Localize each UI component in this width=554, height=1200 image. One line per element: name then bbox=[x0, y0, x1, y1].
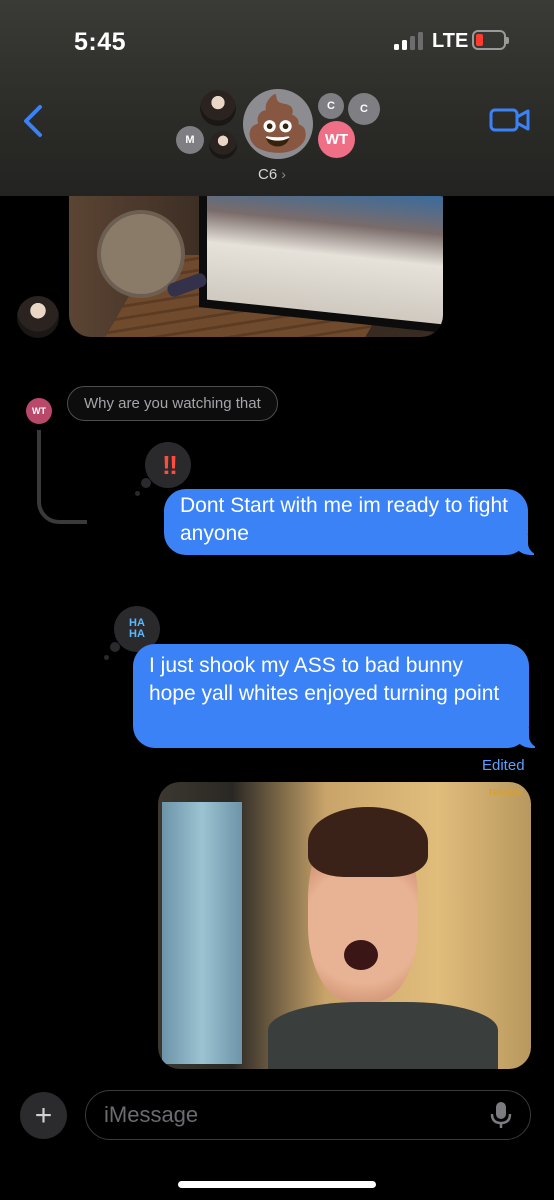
network-label: LTE bbox=[432, 30, 469, 52]
haha-icon: HA HA bbox=[129, 617, 145, 640]
reply-thread-line bbox=[37, 430, 87, 524]
outgoing-message[interactable]: Dont Start with me im ready to fight any… bbox=[164, 489, 542, 555]
edited-label[interactable]: Edited bbox=[482, 757, 525, 774]
reply-sender-avatar: WT bbox=[26, 398, 52, 424]
poop-emoji-icon: 💩 bbox=[244, 93, 312, 154]
battery-low-icon bbox=[472, 30, 509, 50]
participant-avatar-m[interactable]: M bbox=[176, 126, 204, 154]
participant-avatar-c[interactable]: C bbox=[348, 93, 380, 125]
video-call-icon[interactable] bbox=[489, 106, 531, 134]
double-exclamation-icon: ‼ bbox=[162, 449, 178, 480]
participant-avatar-wt[interactable]: WT bbox=[318, 121, 355, 158]
message-text: I just shook my ASS to bad bunny hope ya… bbox=[149, 654, 500, 705]
conversation-header: 5:45 LTE M 💩 C C WT C6 › bbox=[0, 0, 554, 196]
participant-avatar-photo[interactable] bbox=[200, 90, 236, 126]
sender-avatar[interactable] bbox=[17, 296, 59, 338]
message-input[interactable] bbox=[85, 1090, 531, 1140]
participant-avatar-c[interactable]: C bbox=[318, 93, 344, 119]
status-time: 5:45 bbox=[74, 28, 127, 56]
reply-quote[interactable]: Why are you watching that bbox=[67, 386, 278, 421]
back-chevron-icon[interactable] bbox=[20, 104, 46, 138]
home-indicator[interactable] bbox=[178, 1181, 376, 1188]
microphone-icon[interactable] bbox=[488, 1100, 514, 1130]
gif-watermark: TRENDS bbox=[488, 788, 521, 797]
group-name[interactable]: C6 › bbox=[258, 166, 286, 183]
add-attachment-button[interactable]: + bbox=[20, 1092, 67, 1139]
message-text: Dont Start with me im ready to fight any… bbox=[180, 494, 508, 545]
outgoing-message[interactable]: I just shook my ASS to bad bunny hope ya… bbox=[133, 644, 543, 748]
signal-icon bbox=[394, 32, 424, 50]
plus-icon: + bbox=[34, 1098, 53, 1132]
participant-avatar-photo[interactable] bbox=[209, 131, 237, 159]
group-avatar[interactable]: 💩 bbox=[243, 89, 313, 159]
chevron-right-icon: › bbox=[281, 166, 286, 182]
exclamation-tapback[interactable]: ‼ bbox=[135, 442, 191, 496]
image-message[interactable] bbox=[69, 180, 443, 337]
gif-message[interactable]: TRENDS bbox=[158, 782, 531, 1069]
